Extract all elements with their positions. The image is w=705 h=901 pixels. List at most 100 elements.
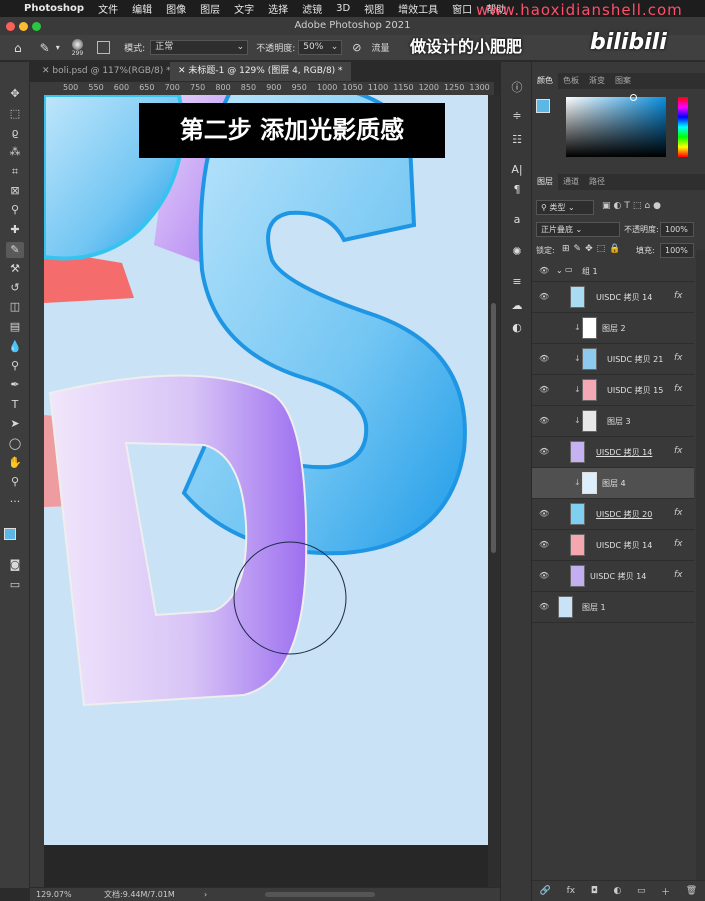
tab-patterns[interactable]: 图案: [610, 73, 636, 89]
chevron-down-icon[interactable]: ⌄: [556, 266, 563, 275]
properties-icon[interactable]: ≡: [508, 274, 526, 290]
eye-icon[interactable]: 👁: [539, 571, 549, 580]
info-icon[interactable]: ⓘ: [508, 80, 526, 96]
pressure-opacity-icon[interactable]: ⊘: [352, 41, 361, 54]
eye-icon[interactable]: 👁: [539, 602, 549, 611]
hue-slider[interactable]: [678, 97, 688, 157]
tab-channels[interactable]: 通道: [558, 174, 584, 190]
swatch-toggle-icon[interactable]: ◐: [508, 320, 526, 336]
eye-icon[interactable]: 👁: [539, 354, 549, 363]
eraser-tool-icon[interactable]: ◫: [6, 299, 24, 315]
stamp-tool-icon[interactable]: ⚒: [6, 261, 24, 277]
layer-row[interactable]: 👁 ↓ UISDC 拷贝 15 fx: [532, 375, 694, 406]
brush-preset-picker[interactable]: 299: [72, 38, 83, 57]
new-group-icon[interactable]: ▭: [637, 886, 646, 896]
tab-boli[interactable]: ✕ boli.psd @ 117%(RGB/8) *: [34, 62, 179, 81]
styles-icon[interactable]: ☷: [508, 132, 526, 148]
tab-paths[interactable]: 路径: [584, 174, 610, 190]
foreground-color-swatch[interactable]: [536, 99, 550, 113]
adjustments-icon[interactable]: ≑: [508, 108, 526, 124]
status-menu-arrow[interactable]: ›: [204, 888, 207, 901]
add-mask-icon[interactable]: ◘: [591, 886, 598, 896]
scroll-thumb[interactable]: [491, 303, 496, 553]
close-icon[interactable]: ✕: [178, 66, 188, 76]
blur-tool-icon[interactable]: 💧: [6, 339, 24, 355]
eye-icon[interactable]: 👁: [539, 447, 549, 456]
layer-row-selected[interactable]: ↓ 图层 4: [532, 468, 694, 499]
marquee-tool-icon[interactable]: ⬚: [6, 106, 24, 122]
color-picker-field[interactable]: [566, 94, 666, 157]
layer-row[interactable]: 👁 UISDC 拷贝 14 fx: [532, 282, 694, 313]
document-canvas[interactable]: 第二步 添加光影质感: [44, 95, 488, 845]
chevron-down-icon[interactable]: ▾: [56, 43, 60, 52]
minimize-window-button[interactable]: [19, 22, 28, 31]
zoom-tool-icon[interactable]: ⚲: [6, 474, 24, 490]
eye-icon[interactable]: 👁: [539, 416, 549, 425]
trash-icon[interactable]: 🗑: [686, 886, 697, 896]
eye-icon[interactable]: 👁: [539, 540, 549, 549]
fx-icon[interactable]: fx: [674, 570, 683, 580]
menu-file[interactable]: 文件: [98, 1, 118, 16]
fx-icon[interactable]: fx: [674, 291, 683, 301]
lock-icons[interactable]: ⊞✎✥⬚🔒: [562, 244, 624, 254]
layers-scrollbar[interactable]: [696, 250, 705, 880]
more-tools-icon[interactable]: ···: [6, 494, 24, 510]
tab-untitled[interactable]: ✕ 未标题-1 @ 129% (图层 4, RGB/8) *: [170, 62, 351, 81]
layer-row[interactable]: 👁 ↓ 图层 3: [532, 406, 694, 437]
menu-3d[interactable]: 3D: [336, 3, 350, 14]
brush-settings-icon[interactable]: [97, 41, 111, 54]
menu-plugins[interactable]: 增效工具: [398, 1, 438, 16]
layer-row[interactable]: 👁 图层 1: [532, 592, 694, 623]
eye-icon[interactable]: 👁: [539, 292, 549, 301]
fx-icon[interactable]: fx: [674, 384, 683, 394]
fx-icon[interactable]: fx: [567, 886, 576, 896]
path-select-tool-icon[interactable]: ➤: [6, 416, 24, 432]
crop-tool-icon[interactable]: ⌗: [6, 164, 24, 180]
tab-swatches[interactable]: 色板: [558, 73, 584, 89]
home-icon[interactable]: ⌂: [14, 41, 22, 55]
fx-icon[interactable]: fx: [674, 353, 683, 363]
foreground-color-swatch[interactable]: [4, 528, 16, 540]
menu-filter[interactable]: 滤镜: [302, 1, 322, 16]
layer-filter-select[interactable]: ⚲ 类型 ⌄: [536, 200, 594, 215]
menu-type[interactable]: 文字: [234, 1, 254, 16]
shape-tool-icon[interactable]: ◯: [6, 436, 24, 452]
pen-tool-icon[interactable]: ✒: [6, 377, 24, 393]
character-icon[interactable]: A|: [508, 162, 526, 178]
blend-mode-select[interactable]: 正片叠底 ⌄: [536, 222, 620, 237]
layer-row[interactable]: 👁 UISDC 拷贝 14 fx: [532, 530, 694, 561]
layer-row[interactable]: ↓ 图层 2: [532, 313, 694, 344]
eye-icon[interactable]: 👁: [539, 266, 549, 275]
zoom-level[interactable]: 129.07%: [36, 888, 72, 901]
menu-edit[interactable]: 编辑: [132, 1, 152, 16]
menu-image[interactable]: 图像: [166, 1, 186, 16]
libraries-icon[interactable]: ☁: [508, 298, 526, 314]
layer-group-row[interactable]: 👁 ⌄ ▭ 组 1: [532, 260, 694, 282]
healing-tool-icon[interactable]: ✚: [6, 222, 24, 238]
link-layers-icon[interactable]: 🔗: [540, 886, 551, 896]
menu-window[interactable]: 窗口: [452, 1, 472, 16]
color-picker-cursor[interactable]: [630, 94, 637, 101]
brush-tool-icon[interactable]: ✎: [40, 41, 50, 55]
fx-icon[interactable]: fx: [674, 539, 683, 549]
close-icon[interactable]: ✕: [42, 66, 52, 76]
tab-color[interactable]: 颜色: [532, 73, 558, 89]
layer-row[interactable]: 👁 UISDC 拷贝 20 fx: [532, 499, 694, 530]
layer-row[interactable]: 👁 UISDC 拷贝 14 fx: [532, 437, 694, 468]
vertical-scrollbar[interactable]: [488, 95, 500, 887]
app-menu[interactable]: Photoshop: [24, 3, 84, 14]
mode-select[interactable]: 正常 ⌄: [150, 40, 249, 55]
type-tool-icon[interactable]: T: [6, 397, 24, 413]
layer-row[interactable]: 👁 UISDC 拷贝 14 fx: [532, 561, 694, 592]
brush-tool-icon[interactable]: ✎: [6, 242, 24, 258]
menu-select[interactable]: 选择: [268, 1, 288, 16]
screen-mode-icon[interactable]: ▭: [6, 577, 24, 593]
layer-filter-icons[interactable]: ▣◐T⬚⌂●: [602, 201, 664, 211]
layer-row[interactable]: 👁 ↓ UISDC 拷贝 21 fx: [532, 344, 694, 375]
adjustment-layer-icon[interactable]: ◐: [613, 886, 621, 896]
tab-gradients[interactable]: 渐变: [584, 73, 610, 89]
eyedropper-tool-icon[interactable]: ⚲: [6, 202, 24, 218]
brush-settings-icon[interactable]: ✺: [508, 244, 526, 260]
quick-select-tool-icon[interactable]: ⁂: [6, 144, 24, 160]
move-tool-icon[interactable]: ✥: [6, 86, 24, 102]
